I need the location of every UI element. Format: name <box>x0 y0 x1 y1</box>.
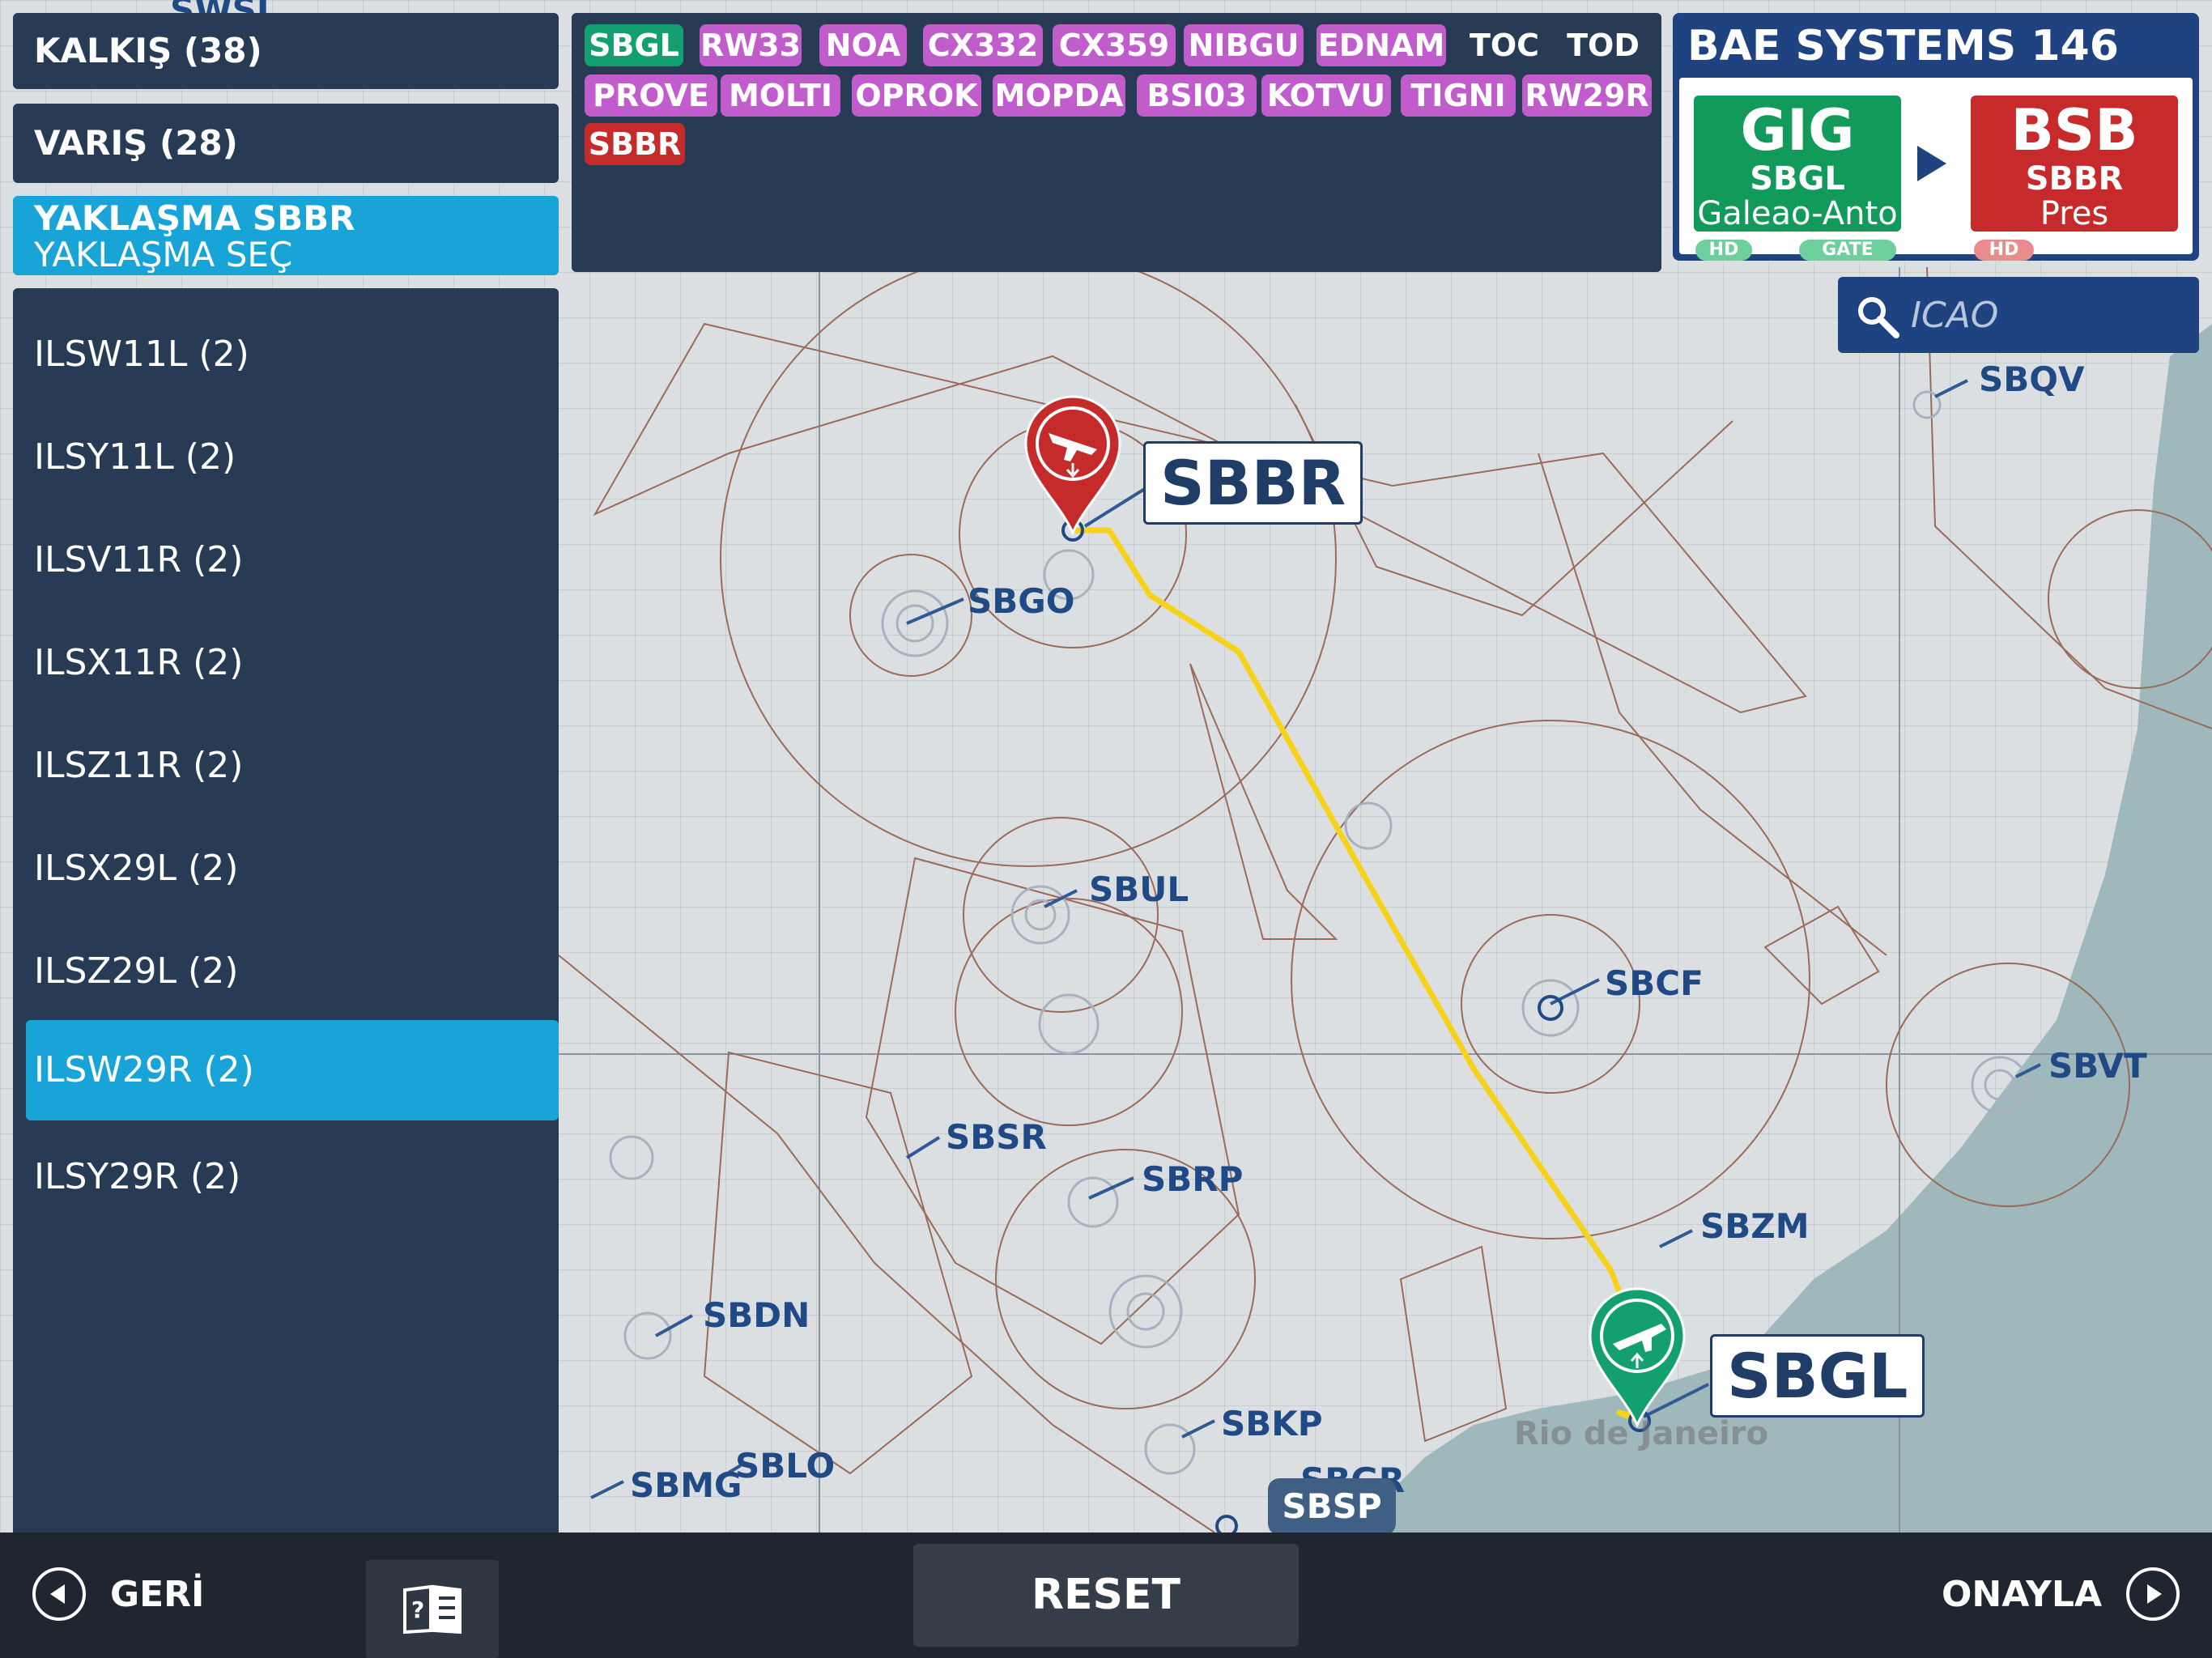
reset-button[interactable]: RESET <box>913 1544 1299 1647</box>
waypoint-chip-ednam[interactable]: EDNAM <box>1317 24 1446 66</box>
waypoint-chip-mopda[interactable]: MOPDA <box>993 74 1125 117</box>
approach-list[interactable]: ILSW11L (2) ILSY11L (2) ILSV11R (2) ILSX… <box>13 288 559 1533</box>
destination-iata: BSB <box>2010 97 2138 164</box>
manual-book-icon: ? <box>403 1584 462 1634</box>
svg-text:?: ? <box>411 1596 424 1623</box>
approach-item-ilsz29l[interactable]: ILSZ29L (2) <box>13 921 559 1022</box>
forward-arrow-icon <box>2126 1567 2180 1621</box>
origin-tag-hd: HD <box>1695 240 1752 261</box>
airport-label-sbkp[interactable]: SBKP <box>1221 1404 1323 1443</box>
origin-airport-card[interactable]: GIG SBGL Galeao-Anto <box>1694 96 1901 232</box>
approach-item-ilsx11r[interactable]: ILSX11R (2) <box>13 613 559 713</box>
airport-label-sblo[interactable]: SBLO <box>735 1446 835 1486</box>
origin-tag-gate: GATE <box>1799 240 1896 261</box>
origin-name: Galeao-Anto <box>1697 196 1898 232</box>
arrival-label: VARIŞ (28) <box>34 123 238 163</box>
airport-label-sbul[interactable]: SBUL <box>1089 869 1189 909</box>
approach-item-ilsy29r[interactable]: ILSY29R (2) <box>13 1127 559 1227</box>
waypoint-chip-sbgl[interactable]: SBGL <box>585 24 683 66</box>
icao-search-input[interactable] <box>1911 288 2186 342</box>
help-manual-button[interactable]: ? <box>366 1560 499 1658</box>
back-arrow-icon <box>32 1567 86 1621</box>
approach-item-ilsx29l[interactable]: ILSX29L (2) <box>13 818 559 919</box>
approach-item-ilsw29r[interactable]: ILSW29R (2) <box>26 1020 559 1120</box>
arrival-button[interactable]: VARIŞ (28) <box>13 104 559 183</box>
airport-label-sbcf[interactable]: SBCF <box>1605 963 1704 1003</box>
flight-summary: GIG SBGL Galeao-Anto BSB SBBR Pres HD GA… <box>1679 78 2193 261</box>
approach-button[interactable]: YAKLAŞMA SBBR YAKLAŞMA SEÇ <box>13 196 559 275</box>
approach-item-ilsw11l[interactable]: ILSW11L (2) <box>13 304 559 405</box>
back-button[interactable]: GERİ <box>32 1554 204 1635</box>
airport-label-sbmg[interactable]: SBMG <box>630 1465 742 1505</box>
departure-button[interactable]: KALKIŞ (38) <box>13 13 559 89</box>
waypoint-chip-molti[interactable]: MOLTI <box>721 74 840 117</box>
route-arrow-icon <box>1917 146 1946 181</box>
waypoint-chip-noa[interactable]: NOA <box>819 24 907 66</box>
destination-name: Pres <box>2040 196 2109 232</box>
route-waypoints-panel: SBGL RW33 NOA CX332 CX359 NIBGU EDNAM TO… <box>572 13 1661 272</box>
approach-subtitle: YAKLAŞMA SEÇ <box>34 235 293 274</box>
waypoint-chip-nibgu[interactable]: NIBGU <box>1184 24 1304 66</box>
confirm-button[interactable]: ONAYLA <box>1942 1554 2180 1635</box>
airport-symbol-sbcf <box>1538 995 1563 1021</box>
approach-title: YAKLAŞMA SBBR <box>34 198 355 238</box>
waypoint-chip-prove[interactable]: PROVE <box>585 74 717 117</box>
waypoint-chip-kotvu[interactable]: KOTVU <box>1261 74 1391 117</box>
waypoint-chip-bsi03[interactable]: BSI03 <box>1137 74 1257 117</box>
approach-item-ilsz11r[interactable]: ILSZ11R (2) <box>13 716 559 816</box>
airport-label-sbzm[interactable]: SBZM <box>1700 1206 1810 1246</box>
waypoint-chip-rw29r[interactable]: RW29R <box>1522 74 1652 117</box>
city-label-rio: Rio de Janeiro <box>1514 1415 1769 1452</box>
search-icon <box>1858 297 1899 338</box>
route-line <box>1073 527 1643 1424</box>
destination-icao: SBBR <box>2025 160 2124 198</box>
destination-airport-card[interactable]: BSB SBBR Pres <box>1971 96 2178 232</box>
origin-icao: SBGL <box>1750 160 1845 198</box>
bottom-bar: GERİ ? RESET ONAYLA <box>0 1533 2212 1658</box>
approach-item-ilsy11l[interactable]: ILSY11L (2) <box>13 407 559 508</box>
airport-label-sbgo[interactable]: SBGO <box>968 581 1074 621</box>
icao-search[interactable] <box>1838 277 2199 353</box>
aircraft-name: BAE SYSTEMS 146 <box>1687 22 2119 70</box>
airport-symbol-sbsp <box>1215 1515 1238 1533</box>
confirm-label: ONAYLA <box>1941 1573 2102 1615</box>
destination-pin-label[interactable]: SBBR <box>1143 441 1363 525</box>
origin-iata: GIG <box>1740 97 1855 164</box>
waypoint-chip-oprok[interactable]: OPROK <box>852 74 981 117</box>
waypoint-chip-cx332[interactable]: CX332 <box>923 24 1043 66</box>
waypoint-chip-tod[interactable]: TOD <box>1561 24 1645 66</box>
aircraft-info-panel[interactable]: BAE SYSTEMS 146 GIG SBGL Galeao-Anto BSB… <box>1673 13 2199 261</box>
waypoint-chip-cx359[interactable]: CX359 <box>1053 24 1176 66</box>
waypoint-chip-tigni[interactable]: TIGNI <box>1401 74 1516 117</box>
airport-label-sbqv[interactable]: SBQV <box>1979 359 2084 399</box>
airport-chip-sbsp[interactable]: SBSP <box>1268 1478 1396 1533</box>
waypoint-chip-rw33[interactable]: RW33 <box>700 24 802 66</box>
waypoint-chip-sbbr[interactable]: SBBR <box>585 123 685 165</box>
back-label: GERİ <box>110 1573 205 1615</box>
airport-label-sbdn[interactable]: SBDN <box>703 1295 810 1335</box>
airport-label-sbrp[interactable]: SBRP <box>1142 1159 1243 1199</box>
origin-pin-label[interactable]: SBGL <box>1710 1334 1925 1418</box>
destination-tag-hd: HD <box>1974 240 2034 261</box>
airport-label-sbsr[interactable]: SBSR <box>946 1117 1047 1157</box>
approach-item-ilsv11r[interactable]: ILSV11R (2) <box>13 510 559 610</box>
departure-label: KALKIŞ (38) <box>34 31 262 70</box>
airport-label-sbvt[interactable]: SBVT <box>2048 1046 2147 1086</box>
waypoint-chip-toc[interactable]: TOC <box>1462 24 1546 66</box>
